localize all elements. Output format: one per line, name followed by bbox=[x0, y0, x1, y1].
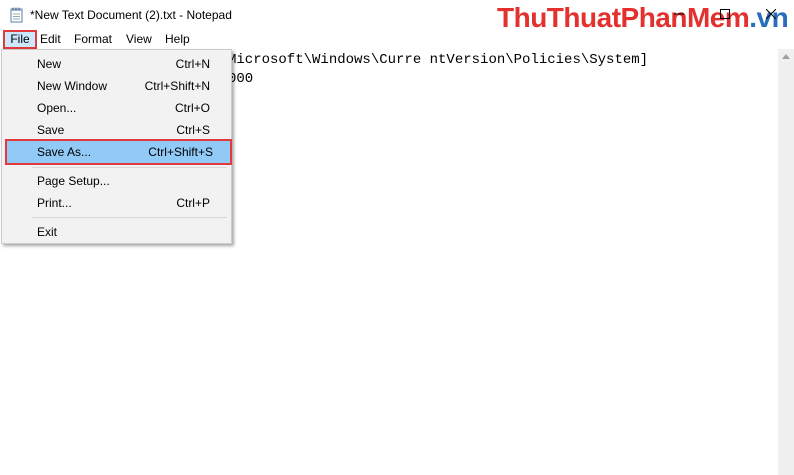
menu-item-print[interactable]: Print... Ctrl+P bbox=[4, 192, 229, 214]
vertical-scrollbar[interactable] bbox=[778, 49, 794, 475]
menu-item-shortcut: Ctrl+Shift+S bbox=[148, 145, 213, 159]
file-menu-dropdown: New Ctrl+N New Window Ctrl+Shift+N Open.… bbox=[1, 49, 232, 244]
menu-item-label: New Window bbox=[37, 79, 108, 93]
menu-item-shortcut: Ctrl+S bbox=[176, 123, 210, 137]
menu-item-page-setup[interactable]: Page Setup... bbox=[4, 170, 229, 192]
menu-item-new[interactable]: New Ctrl+N bbox=[4, 53, 229, 75]
menu-item-label: Save bbox=[37, 123, 65, 137]
menu-format[interactable]: Format bbox=[69, 30, 117, 49]
menu-view[interactable]: View bbox=[121, 30, 157, 49]
close-icon bbox=[765, 8, 777, 22]
menu-item-label: New bbox=[37, 57, 62, 71]
maximize-icon bbox=[720, 8, 730, 22]
menu-item-label: Print... bbox=[37, 196, 72, 210]
menu-item-shortcut: Ctrl+O bbox=[174, 101, 210, 115]
close-button[interactable] bbox=[748, 0, 794, 30]
menu-edit[interactable]: Edit bbox=[35, 30, 66, 49]
scroll-up-arrow-icon[interactable] bbox=[782, 54, 790, 59]
editor-line: Microsoft\Windows\Curre ntVersion\Polici… bbox=[228, 52, 649, 68]
menu-item-shortcut: Ctrl+P bbox=[176, 196, 210, 210]
menu-separator bbox=[32, 217, 227, 218]
minimize-button[interactable] bbox=[656, 0, 702, 30]
minimize-icon bbox=[674, 8, 684, 22]
menu-item-shortcut: Ctrl+N bbox=[175, 57, 210, 71]
menu-item-label: Open... bbox=[37, 101, 77, 115]
menu-item-save-as[interactable]: Save As... Ctrl+Shift+S bbox=[5, 139, 232, 165]
menu-item-shortcut: Ctrl+Shift+N bbox=[144, 79, 210, 93]
watermark-part1: ThuThuat bbox=[497, 2, 621, 33]
maximize-button[interactable] bbox=[702, 0, 748, 30]
menu-file[interactable]: File bbox=[3, 30, 37, 49]
menu-item-label: Save As... bbox=[37, 145, 92, 159]
menu-item-save[interactable]: Save Ctrl+S bbox=[4, 119, 229, 141]
menu-bar: File Edit Format View Help bbox=[0, 30, 794, 49]
title-bar: *New Text Document (2).txt - Notepad Thu… bbox=[0, 0, 794, 33]
menu-separator bbox=[32, 167, 227, 168]
menu-item-label: Exit bbox=[37, 225, 58, 239]
notepad-icon bbox=[10, 7, 24, 23]
menu-item-new-window[interactable]: New Window Ctrl+Shift+N bbox=[4, 75, 229, 97]
menu-item-open[interactable]: Open... Ctrl+O bbox=[4, 97, 229, 119]
menu-help[interactable]: Help bbox=[160, 30, 195, 49]
menu-item-exit[interactable]: Exit bbox=[4, 221, 229, 243]
menu-item-label: Page Setup... bbox=[37, 174, 110, 188]
window-title: *New Text Document (2).txt - Notepad bbox=[30, 8, 232, 22]
